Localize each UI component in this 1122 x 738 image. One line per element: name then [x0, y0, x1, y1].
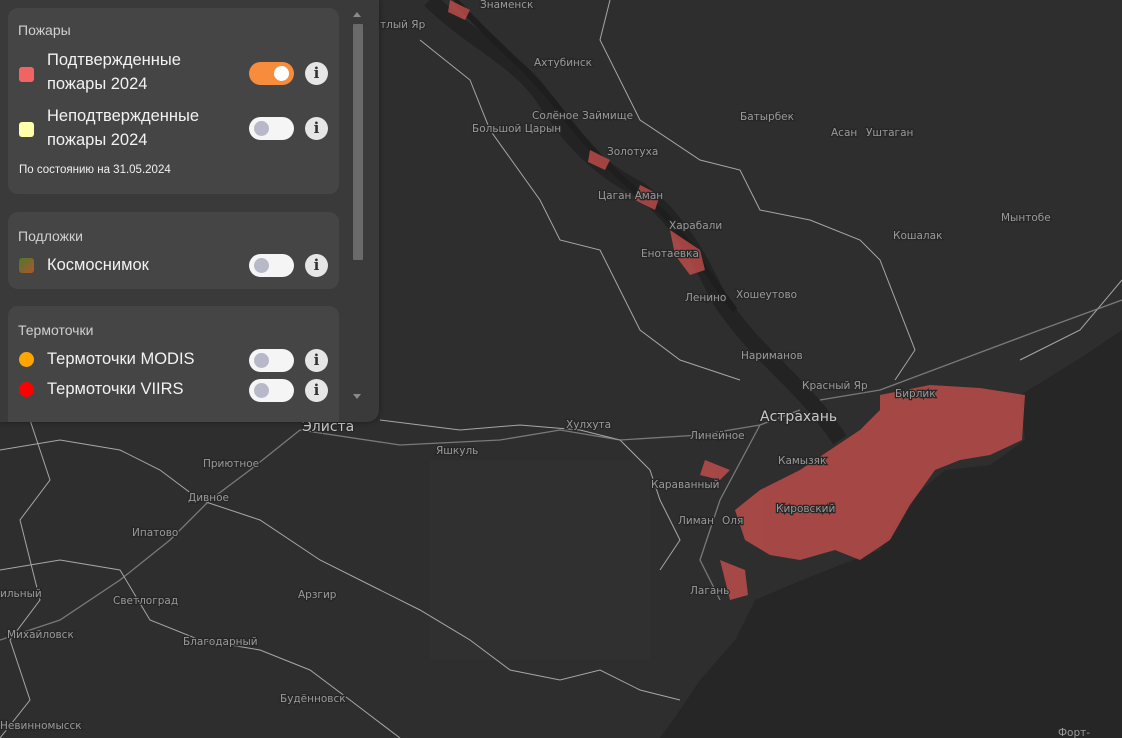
place-label: Знаменск [480, 0, 533, 11]
unconfirmed-fires-info-icon[interactable]: i [305, 117, 328, 140]
place-label: Харабали [669, 220, 722, 232]
hotspots-card: Термоточки Термоточки MODIS i Термоточки… [8, 306, 339, 422]
place-label: Золотуха [607, 146, 658, 158]
basemaps-card: Подложки Космоснимок i [8, 212, 339, 289]
layer-row-unconfirmed-fires: Неподтвержденные пожары 2024 i [8, 102, 339, 154]
place-label: Енотаевка [641, 248, 699, 260]
viirs-swatch [19, 382, 34, 397]
toggle-knob [254, 258, 269, 273]
scroll-down-arrow-icon[interactable] [353, 394, 361, 399]
place-label: Ипатово [132, 527, 178, 539]
toggle-knob [254, 121, 269, 136]
place-label: Ахтубинск [534, 57, 592, 69]
data-date-status: По состоянию на 31.05.2024 [19, 164, 171, 176]
modis-swatch [19, 352, 34, 367]
satellite-toggle[interactable] [249, 254, 294, 277]
place-label: Нариманов [741, 350, 803, 362]
place-label: Мынтобе [1001, 212, 1051, 224]
place-label: Большой Царын [472, 123, 561, 135]
satellite-swatch [19, 258, 34, 273]
confirmed-fires-toggle[interactable] [249, 62, 294, 85]
unconfirmed-fires-swatch [19, 122, 34, 137]
confirmed-fires-swatch [19, 67, 34, 82]
scroll-thumb[interactable] [353, 24, 363, 260]
modis-info-icon[interactable]: i [305, 349, 328, 372]
toggle-knob [274, 66, 289, 81]
place-label: Лагань [690, 585, 729, 597]
place-label: Красный Яр [802, 380, 868, 392]
place-label: Светлоград [113, 595, 178, 607]
place-label: Цаган Аман [598, 190, 663, 202]
fires-card: Пожары Подтвержденные пожары 2024 i Непо… [8, 8, 339, 194]
place-label: Приютное [203, 458, 259, 470]
place-label: Уштаган [866, 127, 913, 139]
fires-card-title: Пожары [18, 22, 71, 38]
panel-scrollbar[interactable] [349, 8, 367, 406]
place-label: Камызяк [778, 455, 826, 467]
layer-panel: Пожары Подтвержденные пожары 2024 i Непо… [0, 0, 379, 422]
toggle-knob [254, 383, 269, 398]
place-label: Форт- [1058, 727, 1090, 738]
viirs-info-icon[interactable]: i [305, 379, 328, 402]
viirs-toggle[interactable] [249, 379, 294, 402]
satellite-info-icon[interactable]: i [305, 254, 328, 277]
place-label: Ленино [685, 292, 726, 304]
place-label: Караванный [651, 479, 719, 491]
place-label: Невинномысск [0, 720, 82, 732]
place-label: Михайловск [7, 629, 74, 641]
scroll-up-arrow-icon[interactable] [353, 12, 361, 17]
place-label: Кировский [776, 503, 835, 515]
unconfirmed-fires-label: Неподтвержденные пожары 2024 [47, 107, 200, 149]
place-label: Хулхута [566, 419, 611, 431]
place-label: Линейное [690, 430, 745, 442]
place-label: Батырбек [740, 111, 794, 123]
place-label: Солёное Займище [532, 110, 633, 122]
unconfirmed-fires-toggle[interactable] [249, 117, 294, 140]
place-label: Кошалак [893, 230, 942, 242]
steppe-texture [430, 460, 650, 660]
layer-row-viirs: Термоточки VIIRS i [8, 376, 339, 404]
basemaps-card-title: Подложки [18, 228, 83, 244]
place-label: Благодарный [183, 636, 258, 648]
place-label: Хошеутово [736, 289, 797, 301]
layer-row-modis: Термоточки MODIS i [8, 346, 339, 374]
place-label: тлый Яр [380, 19, 426, 31]
viirs-label: Термоточки VIIRS [47, 380, 184, 398]
confirmed-fires-info-icon[interactable]: i [305, 62, 328, 85]
place-label: Лиман [678, 515, 714, 527]
toggle-knob [254, 353, 269, 368]
satellite-label: Космоснимок [47, 256, 149, 274]
place-label: Яшкуль [436, 445, 478, 457]
modis-label: Термоточки MODIS [47, 350, 195, 368]
place-label: Оля [722, 515, 743, 527]
place-label: Асан [831, 127, 857, 139]
place-label: Дивное [188, 492, 229, 504]
modis-toggle[interactable] [249, 349, 294, 372]
layer-row-confirmed-fires: Подтвержденные пожары 2024 i [8, 46, 339, 98]
place-label-city: Астрахань [760, 409, 837, 425]
place-label: Будённовск [280, 693, 346, 705]
place-label: Бирлик [895, 388, 936, 400]
place-label: ильный [0, 588, 42, 600]
hotspots-card-title: Термоточки [18, 322, 94, 338]
place-label: Арзгир [298, 589, 337, 601]
volga-river [424, 0, 847, 445]
confirmed-fires-label: Подтвержденные пожары 2024 [47, 51, 181, 93]
layer-row-satellite: Космоснимок i [8, 252, 339, 280]
